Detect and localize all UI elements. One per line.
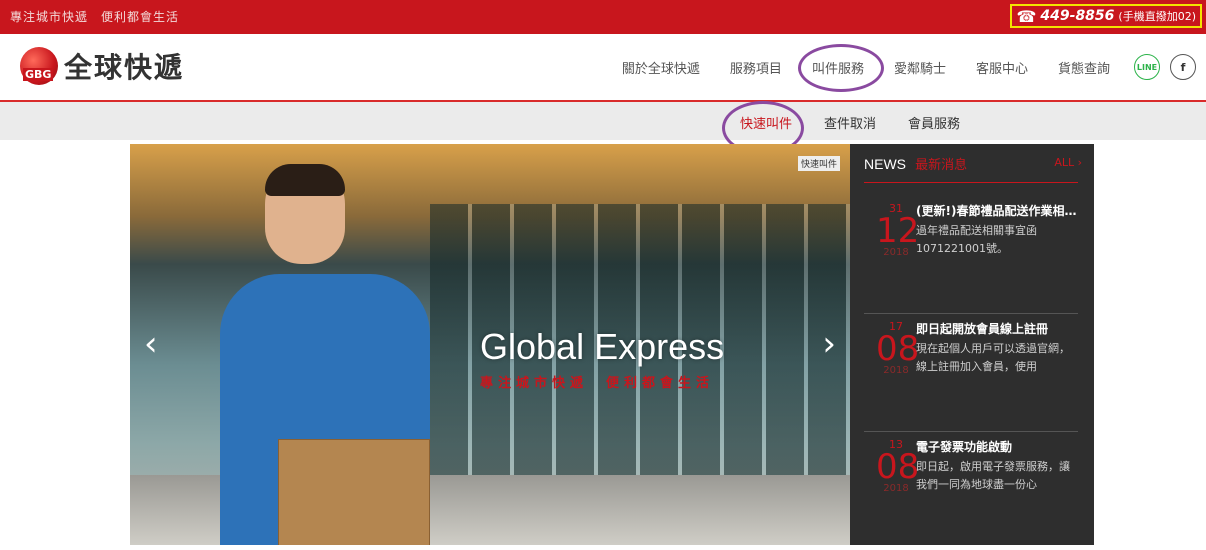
logo-name: 全球快遞 xyxy=(64,51,185,84)
logo-badge: GBG xyxy=(20,47,58,85)
news-item-desc: 現在起個人用戶可以透過官網，線上註冊加入會員，使用 xyxy=(916,342,1070,373)
news-date: 17 08 2018 xyxy=(876,320,920,376)
carousel-prev-icon[interactable]: ‹ xyxy=(144,324,158,364)
news-item-desc: 過年禮品配送相關事宜函 1071221001號。 xyxy=(916,224,1037,255)
main-nav: 關於全球快遞 服務項目 叫件服務 愛鄰騎士 客服中心 貨態查詢 LINE f xyxy=(592,43,1196,92)
nav-about[interactable]: 關於全球快遞 xyxy=(622,58,700,77)
news-title-en: NEWS xyxy=(864,156,906,172)
news-panel: NEWS 最新消息 ALL › 31 12 2018 (更新!)春節禮品配送作業… xyxy=(850,144,1094,545)
news-item[interactable]: 17 08 2018 即日起開放會員線上註冊 現在起個人用戶可以透過官網，線上註… xyxy=(864,320,1078,432)
hero-title: Global Express xyxy=(480,326,725,367)
top-bar: 專注城市快遞 便利都會生活 ☎ 449-8856 (手機直撥加02) xyxy=(0,0,1206,34)
sub-nav: 快速叫件 查件取消 會員服務 xyxy=(0,101,1206,155)
nav-rider[interactable]: 愛鄰騎士 xyxy=(894,58,946,77)
news-item-desc: 即日起，啟用電子發票服務，讓我們一同為地球盡一份心 xyxy=(916,460,1070,491)
subnav-quick-pickup[interactable]: 快速叫件 xyxy=(721,101,805,155)
phone-note: (手機直撥加02) xyxy=(1118,10,1196,23)
phone-icon: ☎ xyxy=(1016,6,1037,26)
facebook-icon[interactable]: f xyxy=(1170,54,1196,80)
news-item[interactable]: 13 08 2018 電子發票功能啟動 即日起，啟用電子發票服務，讓我們一同為地… xyxy=(864,438,1078,550)
news-date: 31 12 2018 xyxy=(876,202,920,258)
top-slogan: 專注城市快遞 便利都會生活 xyxy=(10,10,180,24)
hero-tag: 快速叫件 xyxy=(798,156,841,171)
parcel-box xyxy=(278,439,430,545)
nav-services[interactable]: 服務項目 xyxy=(730,58,782,77)
courier-photo xyxy=(220,164,470,545)
carousel-next-icon[interactable]: › xyxy=(822,324,836,364)
site-header: GBG 全球快遞 關於全球快遞 服務項目 叫件服務 愛鄰騎士 客服中心 貨態查詢… xyxy=(0,34,1206,102)
nav-customer-service[interactable]: 客服中心 xyxy=(976,58,1028,77)
nav-pickup-service[interactable]: 叫件服務 xyxy=(797,43,884,92)
news-item-title[interactable]: (更新!)春節禮品配送作業相... xyxy=(916,202,1078,219)
news-all-link[interactable]: ALL › xyxy=(1054,156,1082,169)
subnav-member[interactable]: 會員服務 xyxy=(908,113,960,132)
phone-number: 449-8856 xyxy=(1040,8,1115,24)
news-date: 13 08 2018 xyxy=(876,438,920,494)
line-icon[interactable]: LINE xyxy=(1134,54,1160,80)
hero-banner[interactable]: ‹ › Global Express 專注城市快遞 便利都會生活 快速叫件 xyxy=(130,144,850,545)
subnav-cancel[interactable]: 查件取消 xyxy=(824,113,876,132)
nav-tracking[interactable]: 貨態查詢 xyxy=(1058,58,1110,77)
phone-hotline[interactable]: ☎ 449-8856 (手機直撥加02) xyxy=(1010,4,1202,28)
news-title-zh: 最新消息 xyxy=(915,158,968,173)
news-item-title[interactable]: 即日起開放會員線上註冊 xyxy=(916,320,1078,337)
site-logo[interactable]: GBG 全球快遞 xyxy=(20,46,184,86)
hero-subtitle: 專注城市快遞 便利都會生活 xyxy=(480,376,715,391)
news-item-title[interactable]: 電子發票功能啟動 xyxy=(916,438,1078,455)
news-item[interactable]: 31 12 2018 (更新!)春節禮品配送作業相... 過年禮品配送相關事宜函… xyxy=(864,202,1078,314)
